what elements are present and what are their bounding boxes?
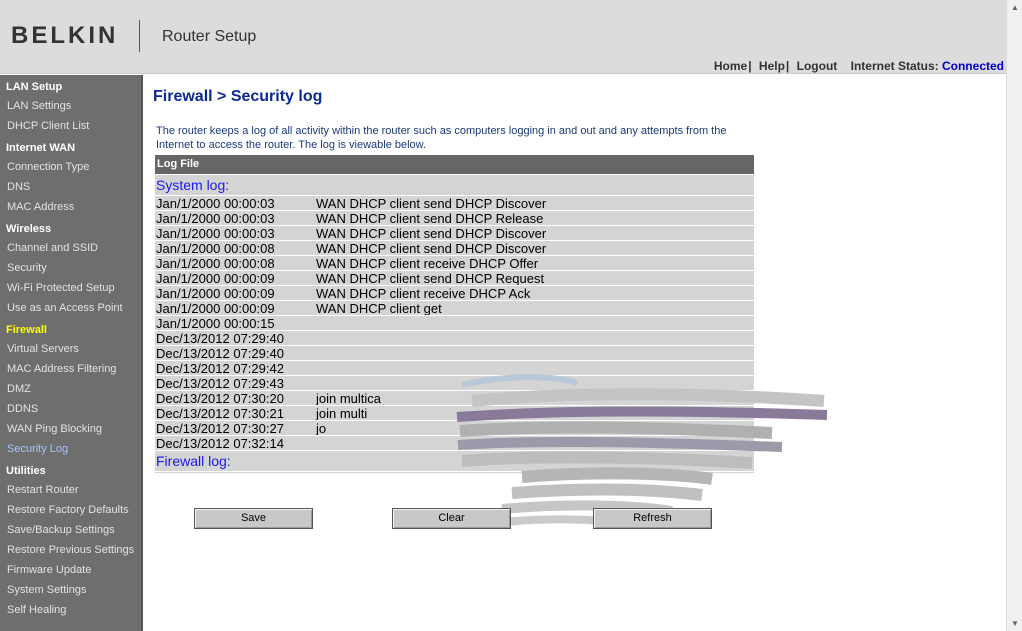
log-row: Jan/1/2000 00:00:09 WAN DHCP client send … (155, 270, 754, 286)
log-timestamp: Jan/1/2000 00:00:09 (156, 301, 275, 316)
sidebar-item-dhcp-client-list[interactable]: DHCP Client List (7, 120, 89, 132)
belkin-logo: BELKIN (11, 22, 119, 49)
log-timestamp: Dec/13/2012 07:29:40 (156, 346, 284, 361)
scroll-up-icon[interactable]: ▲ (1011, 3, 1019, 12)
log-row: Jan/1/2000 00:00:08 WAN DHCP client recei… (155, 255, 754, 271)
sidebar-section-utilities[interactable]: Utilities (6, 465, 46, 477)
log-message: WAN DHCP client send DHCP Discover (316, 196, 547, 211)
sidebar-item-mac-filtering[interactable]: MAC Address Filtering (7, 363, 116, 375)
sidebar-section-firewall[interactable]: Firewall (6, 324, 47, 336)
sidebar-item-connection-type[interactable]: Connection Type (7, 161, 89, 173)
log-message: WAN DHCP client receive DHCP Ack (316, 286, 531, 301)
sidebar-item-lan-settings[interactable]: LAN Settings (7, 100, 71, 112)
intro-text: The router keeps a log of all activity w… (156, 125, 727, 151)
sidebar-item-dmz[interactable]: DMZ (7, 383, 31, 395)
log-timestamp: Jan/1/2000 00:00:03 (156, 226, 275, 241)
header-links: Home| Help| Logout Internet Status: Conn… (714, 59, 1004, 73)
log-row: Jan/1/2000 00:00:03 WAN DHCP client send … (155, 225, 754, 241)
sidebar-item-dns[interactable]: DNS (7, 181, 30, 193)
sidebar-nav: LAN Setup LAN Settings DHCP Client List … (0, 75, 143, 631)
log-row: Jan/1/2000 00:00:03 WAN DHCP client send … (155, 210, 754, 226)
log-row: Dec/13/2012 07:29:40 (155, 345, 754, 361)
sidebar-item-restart-router[interactable]: Restart Router (7, 484, 79, 496)
sidebar-item-channel-ssid[interactable]: Channel and SSID (7, 242, 98, 254)
clear-button[interactable]: Clear (392, 508, 511, 529)
internet-status-value[interactable]: Connected (942, 59, 1004, 73)
link-separator: | (785, 59, 790, 73)
log-timestamp: Jan/1/2000 00:00:09 (156, 271, 275, 286)
sidebar-item-self-healing[interactable]: Self Healing (7, 604, 66, 616)
log-row: Jan/1/2000 00:00:09 WAN DHCP client get (155, 300, 754, 316)
log-timestamp: Jan/1/2000 00:00:08 (156, 256, 275, 271)
log-file-header: Log File (155, 155, 754, 174)
header-title: Router Setup (162, 28, 257, 45)
sidebar-item-ddns[interactable]: DDNS (7, 403, 38, 415)
refresh-button[interactable]: Refresh (593, 508, 712, 529)
sidebar-item-mac-address[interactable]: MAC Address (7, 201, 74, 213)
log-message: WAN DHCP client send DHCP Discover (316, 241, 547, 256)
log-row: Jan/1/2000 00:00:09 WAN DHCP client recei… (155, 285, 754, 301)
header-divider (139, 20, 140, 52)
log-timestamp: Dec/13/2012 07:32:14 (156, 436, 284, 451)
log-message: WAN DHCP client send DHCP Discover (316, 226, 547, 241)
home-link[interactable]: Home (714, 59, 747, 73)
sidebar-item-wan-ping-blocking[interactable]: WAN Ping Blocking (7, 423, 102, 435)
log-timestamp: Jan/1/2000 00:00:03 (156, 211, 275, 226)
log-timestamp: Dec/13/2012 07:29:40 (156, 331, 284, 346)
page-title: Firewall > Security log (153, 88, 323, 105)
sidebar-item-restore-previous[interactable]: Restore Previous Settings (7, 544, 134, 556)
logout-link[interactable]: Logout (797, 59, 838, 73)
sidebar-item-access-point[interactable]: Use as an Access Point (7, 302, 123, 314)
sidebar-item-firmware-update[interactable]: Firmware Update (7, 564, 91, 576)
log-timestamp: Dec/13/2012 07:30:27 (156, 421, 284, 436)
log-row: Dec/13/2012 07:29:40 (155, 330, 754, 346)
vertical-scrollbar[interactable]: ▲ ▼ (1006, 0, 1022, 631)
log-timestamp: Jan/1/2000 00:00:08 (156, 241, 275, 256)
sidebar-item-save-backup[interactable]: Save/Backup Settings (7, 524, 115, 536)
log-timestamp: Dec/13/2012 07:29:43 (156, 376, 284, 391)
log-message: WAN DHCP client send DHCP Release (316, 211, 544, 226)
sidebar-item-security[interactable]: Security (7, 262, 47, 274)
save-button[interactable]: Save (194, 508, 313, 529)
log-timestamp: Jan/1/2000 00:00:03 (156, 196, 275, 211)
log-row: Jan/1/2000 00:00:03 WAN DHCP client send … (155, 195, 754, 211)
sidebar-item-virtual-servers[interactable]: Virtual Servers (7, 343, 79, 355)
scroll-down-icon[interactable]: ▼ (1011, 619, 1019, 628)
log-message: join multi (316, 406, 368, 421)
log-row: Jan/1/2000 00:00:08 WAN DHCP client send … (155, 240, 754, 256)
log-row: Jan/1/2000 00:00:15 (155, 315, 754, 331)
sidebar-item-security-log[interactable]: Security Log (7, 443, 68, 455)
log-timestamp: Dec/13/2012 07:29:42 (156, 361, 284, 376)
sidebar-item-restore-defaults[interactable]: Restore Factory Defaults (7, 504, 129, 516)
log-timestamp: Jan/1/2000 00:00:15 (156, 316, 275, 331)
header-bar: BELKIN Router Setup Home| Help| Logout I… (0, 0, 1006, 74)
link-separator: | (748, 59, 752, 73)
sidebar-section-internet-wan[interactable]: Internet WAN (6, 142, 75, 154)
sidebar-item-wps[interactable]: Wi-Fi Protected Setup (7, 282, 115, 294)
system-log-label: System log: (155, 174, 754, 195)
help-link[interactable]: Help (759, 59, 785, 73)
log-timestamp: Dec/13/2012 07:30:20 (156, 391, 284, 406)
internet-status-label: Internet Status: (850, 59, 939, 73)
log-message: WAN DHCP client receive DHCP Offer (316, 256, 539, 271)
sidebar-item-system-settings[interactable]: System Settings (7, 584, 86, 596)
log-timestamp: Jan/1/2000 00:00:09 (156, 286, 275, 301)
sidebar-section-lan-setup[interactable]: LAN Setup (6, 81, 62, 93)
log-timestamp: Dec/13/2012 07:30:21 (156, 406, 284, 421)
main-content: Firewall > Security log The router keeps… (145, 75, 1006, 631)
log-message: WAN DHCP client get (316, 301, 442, 316)
log-message: WAN DHCP client send DHCP Request (316, 271, 545, 286)
log-message: join multica (316, 391, 382, 406)
log-message: jo (316, 421, 327, 436)
sidebar-section-wireless[interactable]: Wireless (6, 223, 51, 235)
